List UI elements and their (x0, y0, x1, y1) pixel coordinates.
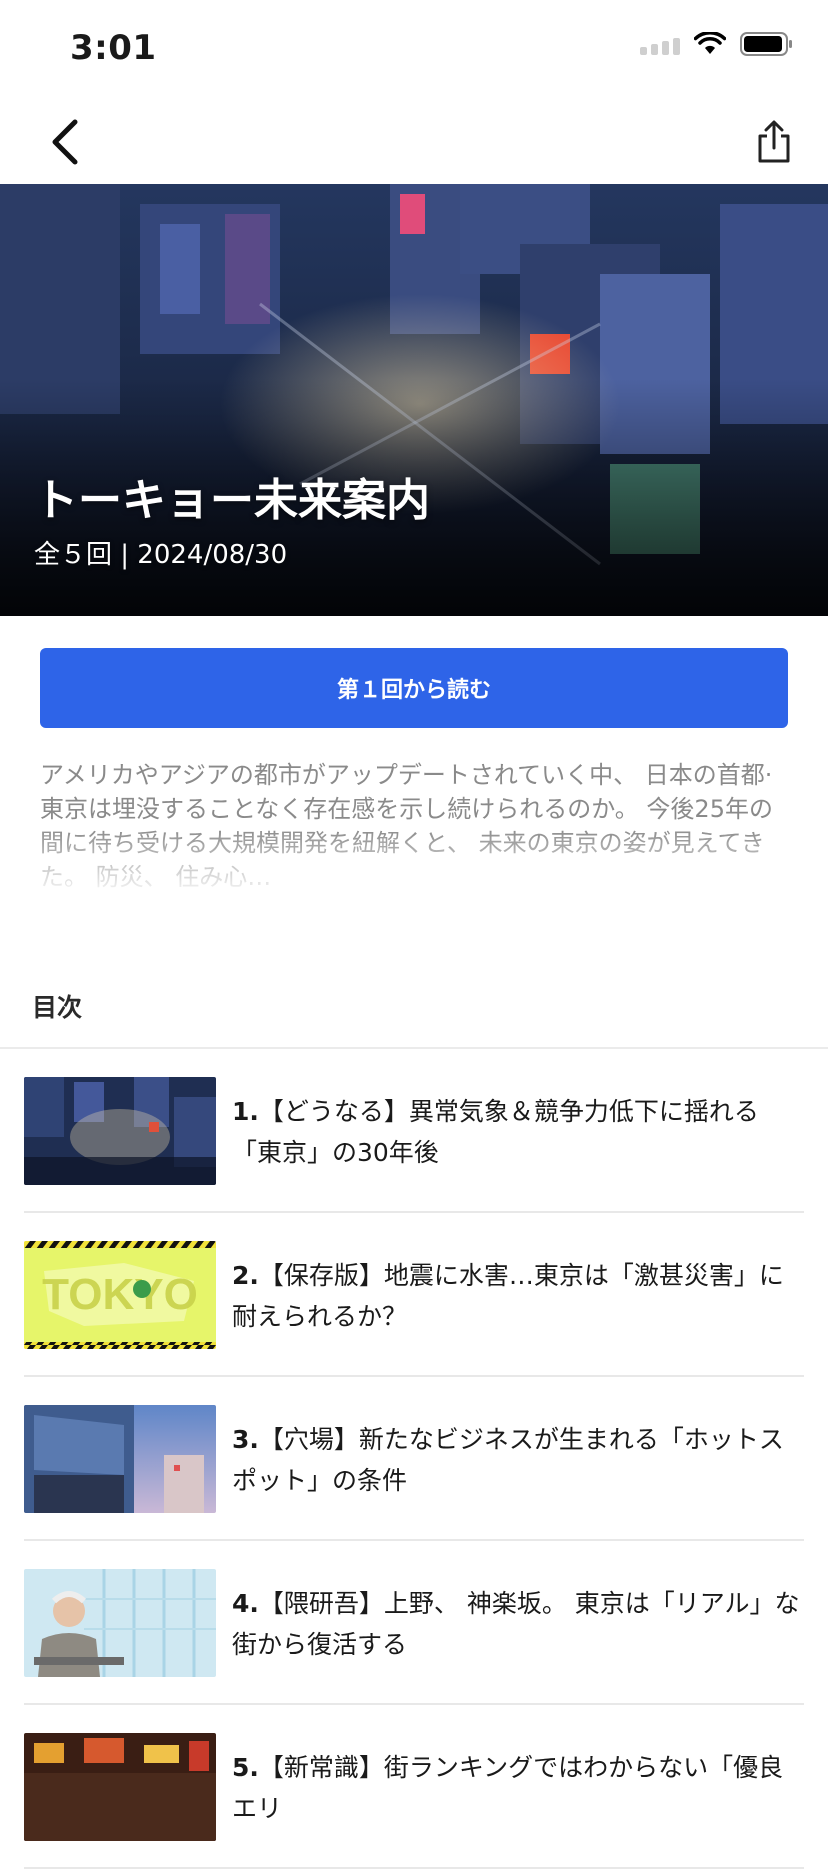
toc-list: 1.【どうなる】異常気象＆競争力低下に揺れる「東京」の30年後 TOKYO 2.… (0, 1049, 828, 1869)
status-bar: 3:01 (0, 0, 828, 96)
cellular-signal-icon (640, 33, 680, 55)
status-time: 3:01 (70, 28, 157, 68)
series-description[interactable]: アメリカやアジアの都市がアップデートされていく中、 日本の首都·東京は埋没するこ… (40, 758, 788, 898)
status-icons (640, 32, 794, 56)
read-from-first-button[interactable]: 第１回から読む (40, 648, 788, 728)
back-button[interactable] (36, 114, 92, 170)
toc-title-4: 4.【隈研吾】上野、 神楽坂。 東京は「リアル」な街から復活する (232, 1589, 800, 1659)
series-meta: 全５回 | 2024/08/30 (34, 540, 288, 570)
series-title: トーキョー未来案内 (34, 475, 430, 526)
toc-thumbnail-3 (24, 1405, 216, 1513)
share-icon (758, 120, 790, 163)
toc-title-1: 1.【どうなる】異常気象＆競争力低下に揺れる「東京」の30年後 (232, 1097, 759, 1167)
tokyo-logo-text: TOKYO (42, 1270, 198, 1319)
toc-thumbnail-5 (24, 1733, 216, 1841)
navigation-bar (0, 96, 828, 184)
toc-title-5: 5.【新常識】街ランキングではわからない「優良エリ (232, 1753, 784, 1823)
toc-item-2[interactable]: TOKYO 2.【保存版】地震に水害…東京は「激甚災害」に耐えられるか？ (24, 1213, 804, 1377)
toc-thumbnail-2: TOKYO (24, 1241, 216, 1349)
battery-icon (740, 32, 792, 56)
toc-title-3: 3.【穴場】新たなビジネスが生まれる「ホットスポット」の条件 (232, 1425, 784, 1495)
toc-item-5[interactable]: 5.【新常識】街ランキングではわからない「優良エリ (24, 1705, 804, 1869)
hero-banner: トーキョー未来案内 全５回 | 2024/08/30 (0, 184, 828, 616)
toc-item-3[interactable]: 3.【穴場】新たなビジネスが生まれる「ホットスポット」の条件 (24, 1377, 804, 1541)
chevron-left-icon (52, 119, 78, 165)
toc-item-4[interactable]: 4.【隈研吾】上野、 神楽坂。 東京は「リアル」な街から復活する (24, 1541, 804, 1705)
share-button[interactable] (746, 114, 802, 170)
wifi-icon (694, 32, 726, 54)
toc-title-2: 2.【保存版】地震に水害…東京は「激甚災害」に耐えられるか？ (232, 1261, 784, 1331)
toc-thumbnail-1 (24, 1077, 216, 1185)
toc-item-1[interactable]: 1.【どうなる】異常気象＆競争力低下に揺れる「東京」の30年後 (24, 1049, 804, 1213)
description-text: アメリカやアジアの都市がアップデートされていく中、 日本の首都·東京は埋没するこ… (40, 761, 773, 891)
toc-heading: 目次 (32, 993, 83, 1022)
toc-thumbnail-4 (24, 1569, 216, 1677)
